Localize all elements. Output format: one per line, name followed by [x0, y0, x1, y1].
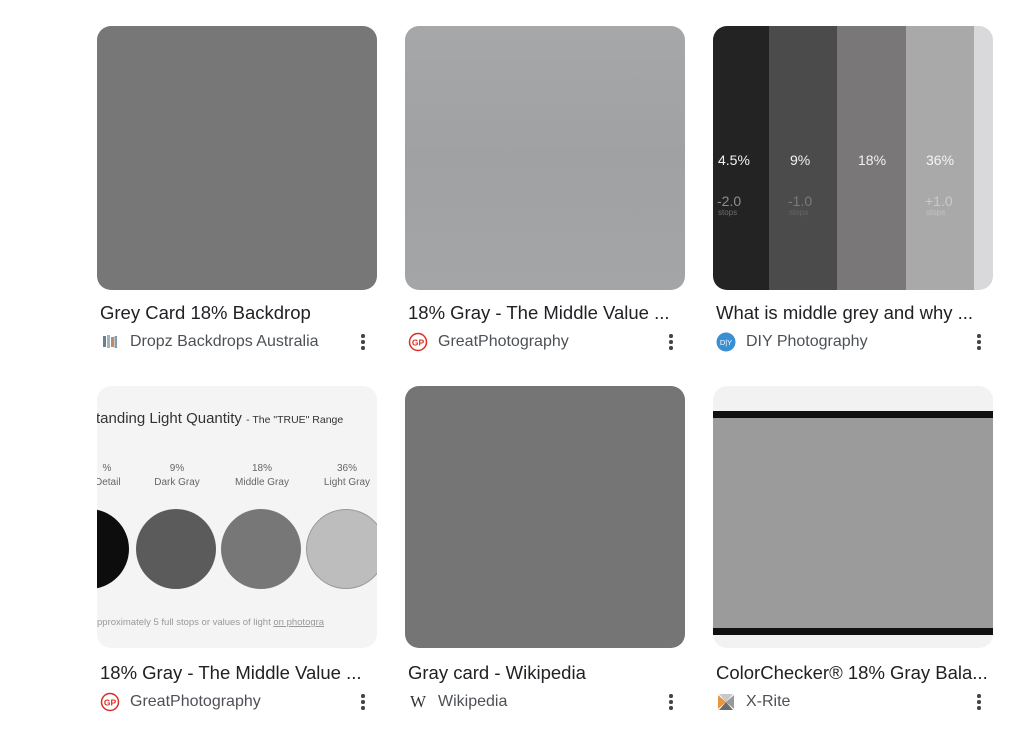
- wikipedia-icon: W: [409, 692, 427, 711]
- more-options-icon[interactable]: [969, 332, 989, 352]
- result-source[interactable]: D|Y DIY Photography: [716, 331, 868, 353]
- more-options-icon[interactable]: [969, 692, 989, 712]
- tone-circle: [221, 509, 301, 589]
- value-label: 18% Middle Gray: [235, 463, 289, 488]
- source-name: GreatPhotography: [438, 333, 569, 350]
- result-thumbnail[interactable]: 4.5% 9% 18% 36% -2.0 -1.0 +1.0 stops sto…: [713, 26, 993, 290]
- stops-word: stops: [718, 208, 738, 217]
- source-name: GreatPhotography: [130, 693, 261, 710]
- source-name: Wikipedia: [438, 693, 508, 710]
- result-title[interactable]: Grey Card 18% Backdrop: [100, 301, 374, 325]
- result-thumbnail[interactable]: [97, 26, 377, 290]
- result-source[interactable]: Dropz Backdrops Australia: [100, 331, 319, 353]
- svg-text:D|Y: D|Y: [720, 338, 732, 347]
- stop-value: -1.0: [788, 193, 813, 209]
- percent-label: 36%: [926, 152, 955, 168]
- source-name: DIY Photography: [746, 333, 868, 350]
- stop-value: +1.0: [925, 193, 953, 209]
- result-thumbnail[interactable]: [405, 386, 685, 648]
- value-label: 9% Dark Gray: [154, 463, 200, 488]
- more-options-icon[interactable]: [661, 692, 681, 712]
- xrite-icon: [716, 692, 736, 712]
- result-thumbnail[interactable]: [405, 26, 685, 290]
- gp-icon: GP: [408, 332, 428, 352]
- result-source[interactable]: GP GreatPhotography: [100, 691, 261, 713]
- source-name: Dropz Backdrops Australia: [130, 333, 319, 350]
- image-heading: tanding Light Quantity - The "TRUE" Rang…: [97, 410, 344, 427]
- image-footer: pproximately 5 full stops or values of l…: [97, 617, 325, 628]
- result-source[interactable]: X-Rite: [716, 691, 790, 713]
- diy-icon: D|Y: [716, 332, 736, 352]
- more-options-icon[interactable]: [353, 332, 373, 352]
- image-results-grid: Grey Card 18% Backdrop Dropz Backdrops A…: [97, 26, 993, 726]
- result-thumbnail[interactable]: tanding Light Quantity - The "TRUE" Rang…: [97, 386, 377, 648]
- more-options-icon[interactable]: [353, 692, 373, 712]
- gray-card: [713, 411, 993, 635]
- result-title[interactable]: ColorChecker® 18% Gray Bala...: [716, 661, 990, 685]
- value-label: 36% Light Gray: [323, 463, 371, 488]
- result-title[interactable]: What is middle grey and why ...: [716, 301, 990, 325]
- gp-icon: GP: [100, 692, 120, 712]
- more-options-icon[interactable]: [661, 332, 681, 352]
- tone-circle: [306, 509, 377, 589]
- stops-word: stops: [789, 208, 809, 217]
- result-thumbnail[interactable]: [713, 386, 993, 648]
- stop-value: -2.0: [717, 193, 742, 209]
- tone-circle: [97, 509, 129, 589]
- result-title[interactable]: Gray card - Wikipedia: [408, 661, 682, 685]
- value-label: % Detail: [97, 463, 121, 488]
- svg-text:GP: GP: [412, 338, 425, 348]
- source-name: X-Rite: [746, 693, 791, 710]
- percent-label: 18%: [858, 152, 887, 168]
- tone-circle: [136, 509, 216, 589]
- stops-word: stops: [926, 208, 946, 217]
- percent-label: 9%: [790, 152, 811, 168]
- result-title[interactable]: 18% Gray - The Middle Value ...: [408, 301, 682, 325]
- dropz-icon: [100, 332, 120, 352]
- percent-label: 4.5%: [718, 152, 750, 168]
- result-source[interactable]: W Wikipedia: [408, 691, 507, 713]
- result-source[interactable]: GP GreatPhotography: [408, 331, 569, 353]
- svg-text:GP: GP: [104, 698, 117, 708]
- result-title[interactable]: 18% Gray - The Middle Value ...: [100, 661, 374, 685]
